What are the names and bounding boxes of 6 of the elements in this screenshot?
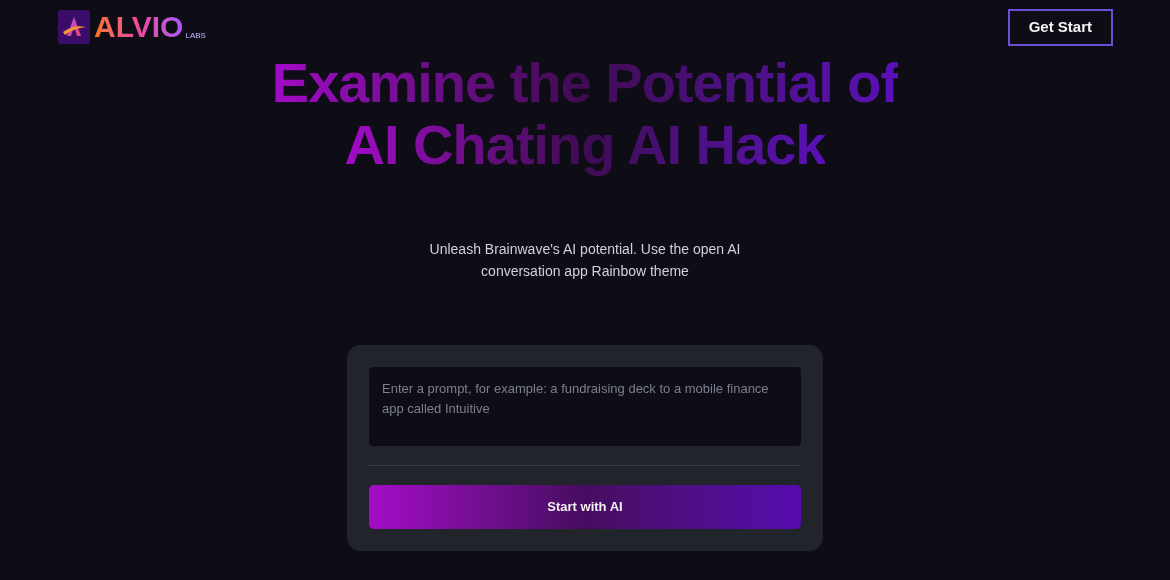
logo-icon <box>58 10 90 45</box>
prompt-field[interactable]: Enter a prompt, for example: a fundraising deck to a mobile finance app called Intuitive <box>369 366 801 446</box>
start-with-ai-button[interactable]: Start with AI <box>369 484 801 529</box>
get-start-button[interactable]: Get Start <box>1007 9 1113 46</box>
logo-tagline: LABS <box>185 32 206 41</box>
hero-subtitle: Unleash Brainwave's AI potential. Use the open AI conversation app Rainbow theme <box>428 239 742 281</box>
